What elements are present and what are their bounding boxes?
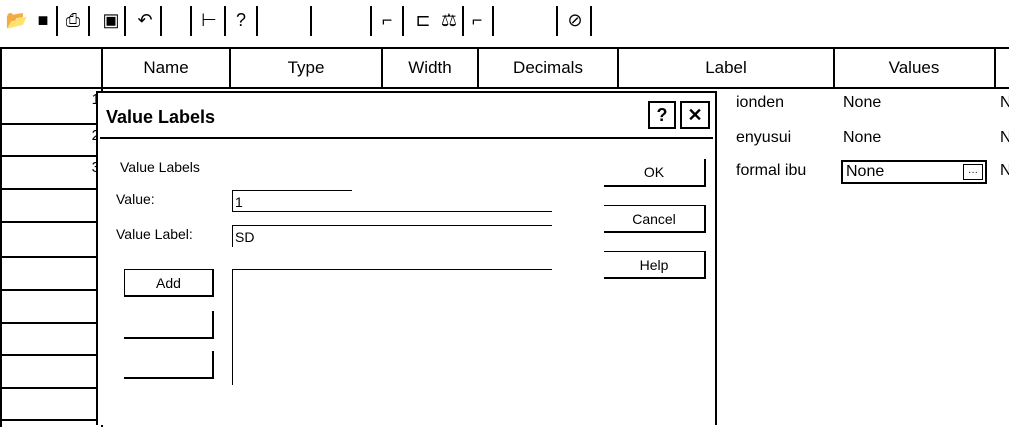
cell-values[interactable]: None — [843, 94, 881, 112]
column-header-label[interactable]: Label — [618, 49, 834, 87]
remove-button — [124, 351, 214, 379]
print-icon[interactable]: ⎙ — [62, 8, 84, 32]
row-line — [0, 387, 101, 389]
grid-line — [617, 49, 619, 89]
toolbar: 📂 ■ ⎙ ▣ ↶ ⊢ ? ⌐ ⊏ ⚖ ⌐ ⊘ — [0, 0, 1009, 44]
column-header-width[interactable]: Width — [382, 49, 478, 87]
variables-icon[interactable]: ? — [230, 8, 252, 32]
toolbar-separator — [124, 6, 126, 36]
save-icon[interactable]: ■ — [32, 8, 54, 32]
row-line — [0, 188, 101, 190]
cell-missing[interactable]: N — [1000, 94, 1009, 112]
close-icon[interactable]: ✕ — [680, 101, 710, 129]
row-line — [0, 256, 101, 258]
toolbar-separator — [56, 6, 58, 36]
undo-icon[interactable]: ↶ — [134, 8, 156, 32]
cell-label[interactable]: formal ibu — [736, 162, 806, 180]
toolbar-separator — [402, 6, 404, 36]
cell-label[interactable]: ionden — [736, 94, 784, 112]
row-line — [0, 289, 101, 291]
header-divider — [0, 87, 1009, 89]
split-file-icon[interactable]: ⊏ — [412, 8, 434, 32]
toolbar-separator — [462, 6, 464, 36]
change-button — [124, 311, 214, 339]
toolbar-separator — [492, 6, 494, 36]
weight-cases-icon[interactable]: ⚖ — [438, 8, 460, 32]
value-field-label: Value: — [116, 191, 155, 207]
row-line — [0, 354, 101, 356]
toolbar-separator — [88, 6, 90, 36]
goto-case-icon[interactable]: ⊢ — [198, 8, 220, 32]
row-line — [0, 221, 101, 223]
row-line — [0, 419, 101, 421]
toolbar-separator — [310, 6, 312, 36]
toolbar-separator — [190, 6, 192, 36]
cell-label[interactable]: enyusui — [736, 129, 791, 147]
cancel-button[interactable]: Cancel — [604, 205, 706, 233]
value-labels-list[interactable] — [232, 269, 552, 385]
grid-line — [381, 49, 383, 89]
row-line — [0, 123, 101, 125]
grid-line — [229, 49, 231, 89]
help-icon[interactable]: ? — [648, 101, 676, 129]
toolbar-separator — [224, 6, 226, 36]
value-labels-icon[interactable]: ⊘ — [564, 8, 586, 32]
column-header-type[interactable]: Type — [230, 49, 382, 87]
cell-values[interactable]: None — [843, 129, 881, 147]
value-labels-dialog: Value Labels ? ✕ Value Labels Value: Val… — [96, 91, 717, 425]
dialog-title: Value Labels — [106, 107, 216, 127]
column-header-name[interactable]: Name — [102, 49, 230, 87]
dialog-recall-icon[interactable]: ▣ — [100, 8, 122, 32]
toolbar-separator — [160, 6, 162, 36]
toolbar-separator — [370, 6, 372, 36]
help-button[interactable]: Help — [604, 251, 706, 279]
values-ellipsis-button[interactable]: ··· — [963, 164, 983, 180]
ok-button[interactable]: OK — [604, 159, 706, 187]
toolbar-separator — [590, 6, 592, 36]
value-label-field[interactable] — [232, 225, 552, 247]
active-values-cell[interactable]: None ··· — [841, 160, 987, 184]
grid-line — [994, 49, 996, 89]
select-cases-icon[interactable]: ⌐ — [466, 8, 488, 32]
column-header-decimals[interactable]: Decimals — [478, 49, 618, 87]
group-label: Value Labels — [120, 159, 200, 175]
title-divider — [100, 137, 713, 139]
toolbar-separator — [256, 6, 258, 36]
value-field[interactable] — [232, 190, 352, 212]
column-header-values[interactable]: Values — [834, 49, 994, 87]
cell-missing[interactable]: N — [1000, 129, 1009, 147]
grid-border-left — [0, 49, 2, 427]
cell-missing[interactable]: N — [1000, 162, 1009, 180]
insert-cases-icon[interactable]: ⌐ — [376, 8, 398, 32]
open-folder-icon[interactable]: 📂 — [6, 8, 28, 32]
row-line — [0, 322, 101, 324]
toolbar-separator — [556, 6, 558, 36]
value-label-field-label: Value Label: — [116, 226, 193, 242]
grid-line — [477, 49, 479, 89]
cell-values: None — [846, 163, 885, 180]
row-line — [0, 155, 101, 157]
field-underline — [232, 211, 552, 212]
grid-line — [833, 49, 835, 89]
add-button[interactable]: Add — [124, 269, 214, 297]
